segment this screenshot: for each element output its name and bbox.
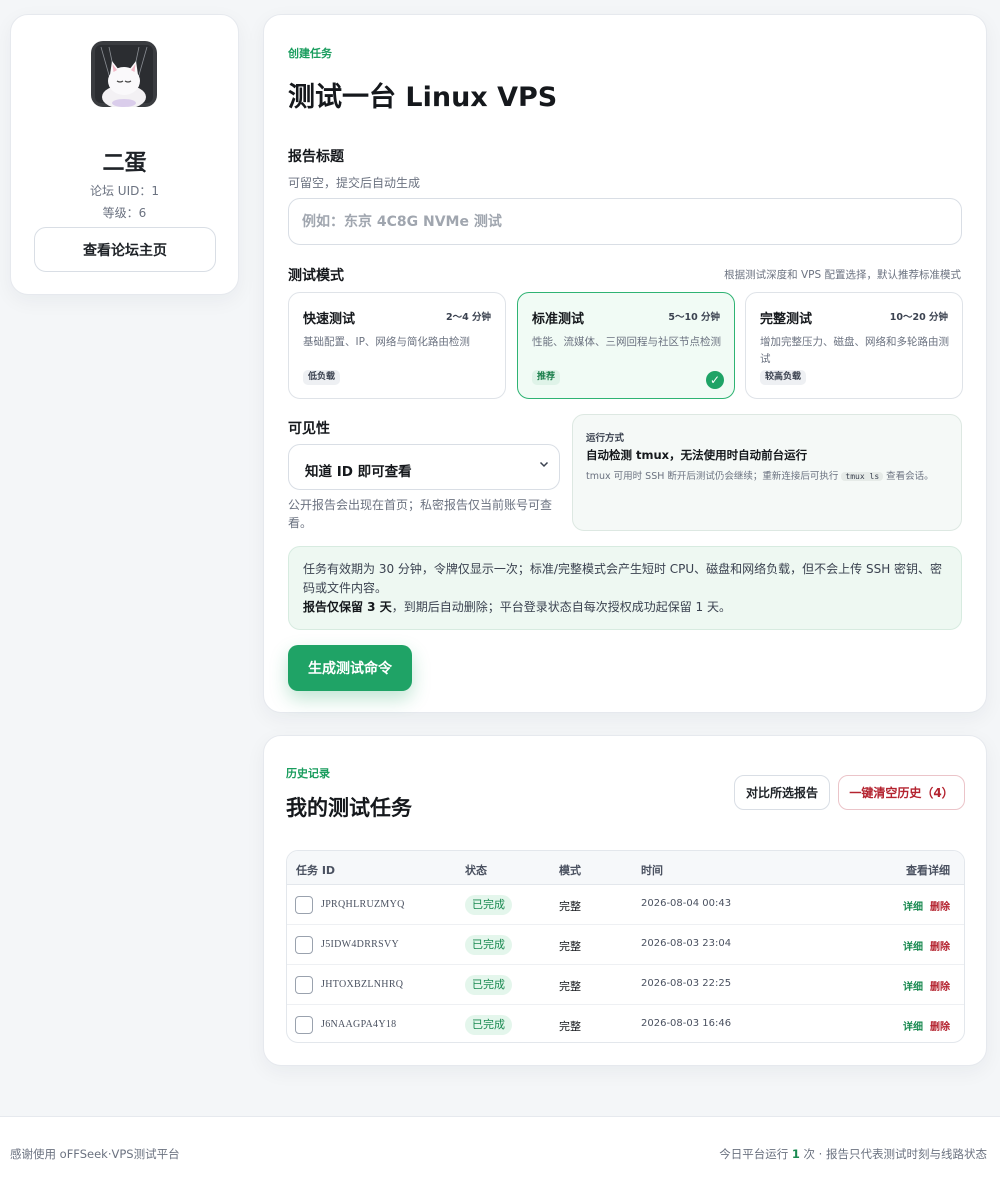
mode-time: 2～4 分钟 [445, 312, 491, 323]
tmux-command: tmux ls [841, 472, 884, 481]
status-badge: 已完成 [465, 975, 512, 995]
notice-line: 任务有效期为 30 分钟，令牌仅显示一次；标准/完整模式会产生短时 CPU、磁盘… [303, 562, 943, 595]
run-mode-box: 运行方式 自动检测 tmux，无法使用时自动前台运行 tmux 可用时 SSH … [572, 414, 962, 531]
mode-desc: 性能、流媒体、三网回程与社区节点检测 [532, 336, 721, 348]
report-title-label: 报告标题 [288, 149, 344, 165]
mode-time: 10～20 分钟 [889, 312, 948, 323]
notice-bold: 报告仅保留 3 天 [303, 600, 392, 614]
task-id: JHTOXBZLNHRQ [321, 979, 404, 990]
view-forum-button[interactable]: 查看论坛主页 [34, 227, 216, 272]
footer-credit: 感谢使用 oFFSeek·VPS测试平台 [10, 1147, 180, 1161]
user-name: 二蛋 [102, 151, 147, 176]
table-row: J6NAAGPA4Y18 已完成 完整 2026-08-03 16:46 详细 … [287, 1005, 964, 1042]
task-table: 任务 ID 状态 模式 时间 查看详细 JPRQHLRUZMYQ 已完成 完整 … [286, 850, 965, 1043]
report-title-hint: 可留空，提交后自动生成 [288, 176, 421, 190]
mode-name: 标准测试 [532, 312, 585, 327]
mode-label: 测试模式 [288, 268, 344, 284]
visibility-label: 可见性 [288, 421, 330, 437]
compare-reports-button[interactable]: 对比所选报告 [734, 775, 830, 810]
delete-link[interactable]: 删除 [930, 978, 950, 993]
mode-hint: 根据测试深度和 VPS 配置选择，默认推荐标准模式 [724, 269, 961, 281]
page-title: 测试一台 Linux VPS [288, 82, 558, 113]
detail-link[interactable]: 详细 [903, 978, 923, 993]
task-time: 2026-08-03 22:25 [641, 978, 732, 989]
detail-link[interactable]: 详细 [903, 898, 923, 913]
table-header: 任务 ID 状态 模式 时间 查看详细 [287, 851, 964, 885]
history-eyebrow: 历史记录 [286, 767, 330, 780]
run-headline: 自动检测 tmux，无法使用时自动前台运行 [586, 448, 808, 462]
mode-time: 5～10 分钟 [668, 312, 720, 323]
column-mode: 模式 [559, 864, 581, 877]
footer-stats-prefix: 今日平台运行 [719, 1147, 789, 1161]
mode-name: 完整测试 [760, 312, 813, 327]
row-checkbox[interactable] [295, 1016, 313, 1034]
mode-card-standard[interactable]: 标准测试 5～10 分钟 性能、流媒体、三网回程与社区节点检测 推荐 ✓ [517, 292, 735, 399]
status-badge: 已完成 [465, 895, 512, 915]
cat-avatar-icon [91, 41, 157, 107]
history-panel: 历史记录 我的测试任务 对比所选报告 一键清空历史（4） 任务 ID 状态 模式… [263, 735, 987, 1066]
column-detail: 查看详细 [906, 864, 950, 877]
detail-link[interactable]: 详细 [903, 1018, 923, 1033]
notice-line: ，到期后自动删除；平台登录状态自每次授权成功起保留 1 天。 [391, 600, 731, 614]
mode-desc: 基础配置、IP、网络与简化路由检测 [303, 336, 470, 348]
chevron-down-icon [539, 459, 549, 472]
table-row: J5IDW4DRRSVY 已完成 完整 2026-08-03 23:04 详细 … [287, 925, 964, 965]
column-status: 状态 [465, 864, 487, 877]
visibility-value: 知道 ID 即可查看 [305, 464, 412, 480]
run-desc-text: tmux 可用时 SSH 断开后测试仍会继续；重新连接后可执行 [586, 471, 839, 482]
history-title: 我的测试任务 [286, 796, 412, 820]
status-badge: 已完成 [465, 1015, 512, 1035]
task-mode: 完整 [559, 1020, 581, 1033]
status-badge: 已完成 [465, 935, 512, 955]
footer-stats-suffix: 次 · 报告只代表测试时刻与线路状态 [803, 1147, 987, 1161]
run-count: 1 [791, 1147, 800, 1161]
row-checkbox[interactable] [295, 976, 313, 994]
task-mode: 完整 [559, 900, 581, 913]
delete-link[interactable]: 删除 [930, 1018, 950, 1033]
task-mode: 完整 [559, 940, 581, 953]
footer-stats: 今日平台运行 1 次 · 报告只代表测试时刻与线路状态 [719, 1146, 987, 1162]
run-desc-tail: 查看会话。 [886, 471, 934, 482]
table-row: JPRQHLRUZMYQ 已完成 完整 2026-08-04 00:43 详细 … [287, 885, 964, 925]
mode-desc: 增加完整压力、磁盘、网络和多轮路由测试 [760, 336, 949, 365]
report-title-input[interactable] [288, 198, 962, 245]
delete-link[interactable]: 删除 [930, 938, 950, 953]
detail-link[interactable]: 详细 [903, 938, 923, 953]
check-icon: ✓ [706, 371, 724, 389]
column-id: 任务 ID [296, 864, 336, 877]
task-mode: 完整 [559, 980, 581, 993]
clear-history-button[interactable]: 一键清空历史（4） [838, 775, 965, 810]
delete-link[interactable]: 删除 [930, 898, 950, 913]
column-time: 时间 [641, 864, 663, 877]
row-checkbox[interactable] [295, 896, 313, 914]
generate-command-button[interactable]: 生成测试命令 [288, 645, 412, 691]
footer: 感谢使用 oFFSeek·VPS测试平台 今日平台运行 1 次 · 报告只代表测… [0, 1116, 1000, 1188]
mode-name: 快速测试 [303, 312, 356, 327]
avatar [91, 41, 157, 107]
task-id: J6NAAGPA4Y18 [321, 1019, 397, 1030]
visibility-select[interactable]: 知道 ID 即可查看 [288, 444, 560, 490]
row-checkbox[interactable] [295, 936, 313, 954]
task-id: J5IDW4DRRSVY [321, 939, 400, 950]
mode-card-quick[interactable]: 快速测试 2～4 分钟 基础配置、IP、网络与简化路由检测 低负载 [288, 292, 506, 399]
mode-badge: 较高负载 [760, 370, 807, 385]
visibility-hint: 公开报告会出现在首页；私密报告仅当前账号可查看。 [288, 498, 553, 530]
mode-badge: 低负载 [303, 370, 341, 385]
task-time: 2026-08-04 00:43 [641, 898, 732, 909]
create-task-panel: 创建任务 测试一台 Linux VPS 报告标题 可留空，提交后自动生成 测试模… [263, 14, 987, 713]
mode-card-full[interactable]: 完整测试 10～20 分钟 增加完整压力、磁盘、网络和多轮路由测试 较高负载 [745, 292, 963, 399]
profile-card: 二蛋 论坛 UID：1 等级：6 查看论坛主页 [10, 14, 239, 295]
task-id: JPRQHLRUZMYQ [321, 899, 405, 910]
create-eyebrow: 创建任务 [288, 47, 332, 60]
run-kicker: 运行方式 [586, 433, 625, 444]
mode-badge: 推荐 [532, 370, 561, 385]
task-time: 2026-08-03 23:04 [641, 938, 732, 949]
task-time: 2026-08-03 16:46 [641, 1018, 732, 1029]
table-row: JHTOXBZLNHRQ 已完成 完整 2026-08-03 22:25 详细 … [287, 965, 964, 1005]
user-uid: 论坛 UID：1 [89, 184, 159, 198]
user-level: 等级：6 [102, 206, 147, 220]
run-description: tmux 可用时 SSH 断开后测试仍会继续；重新连接后可执行 tmux ls … [586, 468, 934, 482]
notice-box: 任务有效期为 30 分钟，令牌仅显示一次；标准/完整模式会产生短时 CPU、磁盘… [288, 546, 962, 630]
